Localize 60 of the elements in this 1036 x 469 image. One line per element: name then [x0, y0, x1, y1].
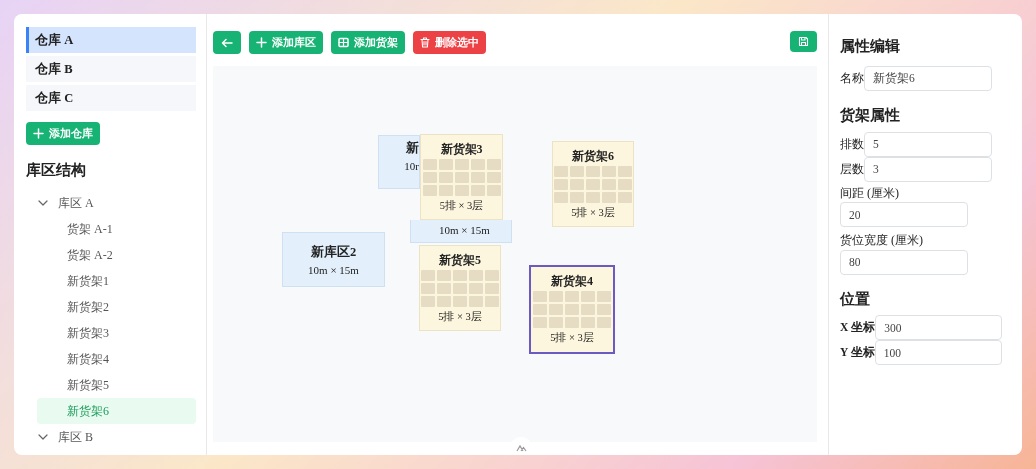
shelf-block[interactable]: 新货架3 5排 × 3层 — [420, 134, 503, 220]
field-label: X 坐标 — [840, 320, 876, 336]
tree-node-label: 库区 B — [58, 428, 93, 446]
shelf-spec: 5排 × 3层 — [549, 331, 595, 345]
field-label: 货位宽度 (厘米) — [840, 232, 924, 249]
text-field[interactable]: 新货架6 — [864, 65, 992, 91]
plus-icon — [256, 37, 267, 48]
shelf-block[interactable]: 新货架5 5排 × 3层 — [419, 245, 501, 331]
shelf-spec: 5排 × 3层 — [438, 199, 485, 213]
warehouse-item[interactable]: 仓库 B — [26, 56, 196, 82]
field-label: 排数 — [840, 136, 864, 153]
tree-leaf[interactable]: 新货架4 — [37, 345, 196, 372]
field-label: 层数 — [840, 161, 864, 178]
tree-leaf[interactable]: 新货架2 — [37, 293, 196, 320]
section-title: 库区结构 — [26, 161, 87, 180]
section-title: 位置 — [840, 289, 871, 309]
tree-leaf[interactable]: 新货架1 — [37, 267, 196, 294]
text-field[interactable]: 100 — [874, 340, 1002, 366]
tree-leaf[interactable]: 新货架5 — [37, 371, 196, 398]
section-title: 货架属性 — [840, 105, 901, 125]
text-field[interactable]: 80 — [840, 249, 968, 275]
zone-area[interactable]: 10m × 15m — [410, 220, 512, 243]
arrow-left-icon — [221, 37, 233, 48]
zone-name: 新 — [405, 140, 419, 157]
tree-node-label: 库区 A — [58, 194, 94, 212]
shelf-name: 新货架5 — [438, 252, 482, 268]
trash-icon — [420, 37, 430, 48]
delete-button[interactable]: 删除选中 — [413, 31, 486, 54]
shelf-block[interactable]: 新货架4 5排 × 3层 — [529, 265, 615, 354]
shelf-block[interactable]: 新货架6 5排 × 3层 — [552, 141, 634, 227]
grid-icon — [338, 37, 349, 48]
text-field[interactable]: 3 — [864, 156, 992, 182]
warehouse-item[interactable]: 仓库 C — [26, 85, 196, 111]
shelf-spec: 5排 × 3层 — [570, 206, 616, 220]
zone-size: 10m × 15m — [307, 262, 360, 278]
field-label: 名称 — [840, 70, 864, 88]
shelf-name: 新货架3 — [439, 141, 484, 157]
tree-leaf[interactable]: 货架 A-2 — [37, 241, 196, 268]
zone-area[interactable]: 新 10r — [378, 135, 420, 189]
field-label: Y 坐标 — [840, 345, 875, 361]
tree-leaf[interactable]: 新货架3 — [37, 319, 196, 346]
field-label: 间距 (厘米) — [840, 184, 900, 202]
shelf-name: 新货架4 — [550, 273, 594, 289]
save-button[interactable] — [790, 31, 817, 52]
tree-leaf[interactable]: 货架 A-1 — [37, 215, 196, 242]
zone-size: 10m × 15m — [439, 223, 491, 238]
save-icon — [798, 36, 809, 47]
zone-area[interactable]: 新库区2 10m × 15m — [282, 232, 385, 287]
section-title: 属性编辑 — [840, 37, 901, 56]
shelf-name: 新货架6 — [571, 148, 615, 164]
back-button[interactable] — [213, 31, 241, 54]
text-field[interactable]: 20 — [840, 202, 968, 227]
warehouse-item[interactable]: 仓库 A — [26, 27, 196, 53]
shelf-spec: 5排 × 3层 — [437, 310, 483, 324]
text-field[interactable]: 5 — [864, 131, 992, 157]
plus-icon — [33, 128, 44, 139]
zone-name: 新库区2 — [309, 244, 358, 261]
mountain-icon — [515, 444, 527, 452]
zone-size: 10r — [403, 158, 419, 174]
text-field[interactable]: 300 — [875, 315, 1003, 341]
